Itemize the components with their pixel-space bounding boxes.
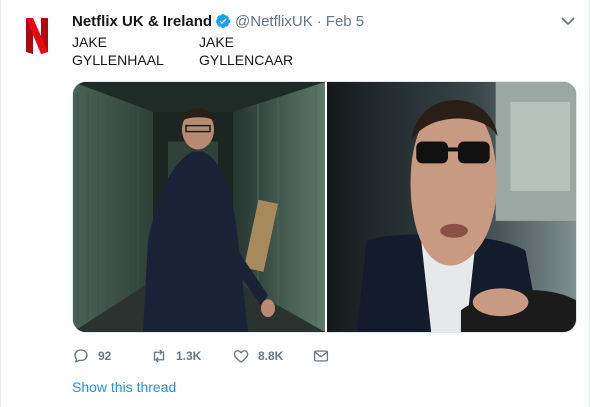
- avatar[interactable]: [15, 14, 59, 58]
- photo-storage-hallway[interactable]: [73, 82, 327, 332]
- display-name[interactable]: Netflix UK & Ireland: [72, 13, 212, 30]
- reply-button[interactable]: 92: [72, 347, 150, 365]
- reply-icon: [74, 349, 88, 363]
- tweet-actions: 92 1.3K 8.8K: [72, 346, 330, 366]
- verified-badge-icon: [216, 14, 231, 28]
- retweet-button[interactable]: 1.3K: [150, 347, 232, 365]
- tweet-date[interactable]: Feb 5: [326, 13, 364, 30]
- retweet-icon: [153, 349, 165, 363]
- reply-count: 92: [98, 349, 112, 363]
- heart-icon: [233, 350, 249, 363]
- media-grid: [72, 81, 577, 333]
- tweet-header: Netflix UK & Ireland @NetflixUK · Feb 5: [72, 11, 364, 31]
- like-button[interactable]: 8.8K: [232, 347, 312, 365]
- show-thread-link[interactable]: Show this thread: [72, 379, 176, 395]
- direct-message-icon: [313, 350, 329, 362]
- text-line-2-left: GYLLENHAAL: [72, 52, 164, 68]
- text-line-1-right: JAKE: [199, 34, 235, 50]
- text-line-1-left: JAKE: [72, 34, 108, 50]
- netflix-logo-icon: [26, 18, 48, 54]
- text-line-2-right: GYLLENCAAR: [199, 52, 294, 68]
- retweet-count: 1.3K: [176, 349, 202, 363]
- tweet-text: JAKE JAKE GYLLENHAAL GYLLENCAAR: [72, 33, 293, 69]
- tweet-card[interactable]: Netflix UK & Ireland @NetflixUK · Feb 5 …: [0, 0, 590, 407]
- like-count: 8.8K: [258, 349, 284, 363]
- direct-message-button[interactable]: [312, 347, 330, 365]
- photo-driving-car[interactable]: [327, 82, 576, 332]
- separator-dot: ·: [316, 12, 322, 30]
- handle[interactable]: @NetflixUK: [235, 13, 313, 30]
- chevron-down-icon[interactable]: [561, 16, 575, 26]
